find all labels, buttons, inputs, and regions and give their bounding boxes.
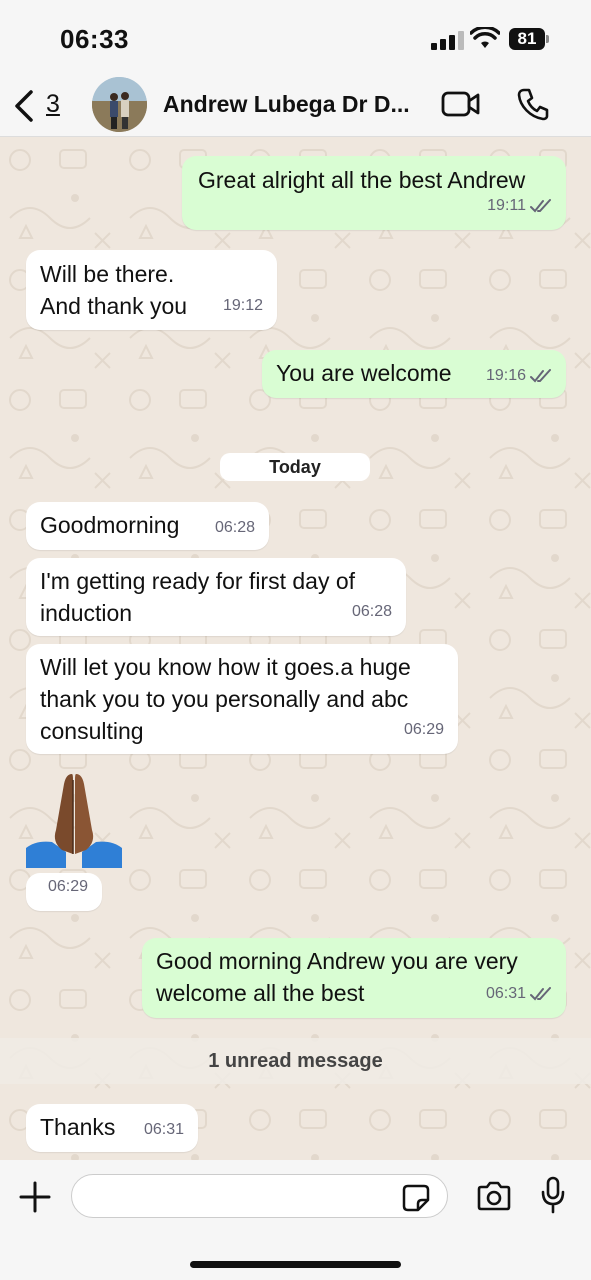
message-meta: 19:11 bbox=[487, 190, 552, 222]
message-text: Goodmorning bbox=[40, 512, 180, 538]
chat-header: 3 Andrew Lubega Dr D... bbox=[0, 75, 591, 137]
message-meta: 19:16 bbox=[486, 360, 552, 392]
read-ticks-icon bbox=[530, 368, 551, 383]
message-bubble-incoming[interactable]: Will be there. And thank you 19:12 bbox=[26, 250, 277, 330]
message-text: Will let you know how it goes.a huge tha… bbox=[40, 654, 411, 744]
message-time: 06:29 bbox=[403, 721, 444, 738]
video-call-icon[interactable] bbox=[441, 90, 481, 118]
back-chevron-icon[interactable] bbox=[12, 89, 36, 123]
chat-messages[interactable]: Great alright all the best Andrew 19:11 … bbox=[0, 138, 591, 1160]
wifi-icon bbox=[470, 27, 500, 48]
message-text: I'm getting ready for first day of induc… bbox=[40, 568, 356, 626]
message-time: 06:28 bbox=[214, 519, 255, 536]
message-time: 19:16 bbox=[485, 367, 526, 384]
message-bubble-outgoing[interactable]: Great alright all the best Andrew 19:11 bbox=[182, 156, 566, 230]
message-bubble-incoming[interactable]: Thanks 06:31 bbox=[26, 1104, 198, 1152]
message-composer bbox=[0, 1160, 591, 1280]
message-time: 06:31 bbox=[485, 985, 526, 1002]
message-time: 06:28 bbox=[351, 603, 392, 620]
home-indicator bbox=[190, 1261, 401, 1268]
message-text: Thanks bbox=[40, 1114, 116, 1140]
plus-attach-icon[interactable] bbox=[18, 1180, 52, 1214]
message-text: Great alright all the best Andrew bbox=[198, 167, 526, 193]
message-time: 06:29 bbox=[47, 878, 88, 895]
camera-icon[interactable] bbox=[476, 1181, 512, 1211]
folded-hands-emoji-icon bbox=[26, 774, 122, 868]
message-bubble-incoming[interactable]: 06:29 bbox=[26, 873, 102, 911]
message-bubble-incoming[interactable]: Will let you know how it goes.a huge tha… bbox=[26, 644, 458, 754]
read-ticks-icon bbox=[530, 198, 551, 213]
message-bubble-outgoing[interactable]: Good morning Andrew you are very welcome… bbox=[142, 938, 566, 1018]
message-text: Will be there. And thank you bbox=[40, 261, 188, 319]
message-bubble-outgoing[interactable]: You are welcome 19:16 bbox=[262, 350, 566, 398]
unread-chats-count[interactable]: 3 bbox=[46, 90, 60, 119]
message-time: 19:11 bbox=[487, 197, 526, 214]
unread-messages-banner: 1 unread message bbox=[0, 1038, 591, 1084]
emoji-message[interactable] bbox=[26, 770, 122, 870]
date-divider: Today bbox=[220, 453, 370, 481]
message-bubble-incoming[interactable]: Goodmorning 06:28 bbox=[26, 502, 269, 550]
message-time: 06:31 bbox=[143, 1121, 184, 1138]
cellular-signal-icon bbox=[431, 30, 465, 50]
status-bar: 06:33 81 bbox=[0, 0, 591, 75]
battery-tip bbox=[546, 35, 549, 43]
contact-avatar[interactable] bbox=[92, 77, 147, 132]
message-meta: 06:31 bbox=[486, 978, 552, 1010]
message-text: You are welcome bbox=[276, 360, 452, 386]
battery-icon: 81 bbox=[509, 28, 545, 50]
message-time: 19:12 bbox=[222, 297, 263, 314]
voice-call-icon[interactable] bbox=[517, 87, 549, 121]
read-ticks-icon bbox=[530, 986, 551, 1001]
message-bubble-incoming[interactable]: I'm getting ready for first day of induc… bbox=[26, 558, 406, 636]
message-input[interactable] bbox=[71, 1174, 448, 1218]
status-time: 06:33 bbox=[60, 24, 129, 54]
microphone-icon[interactable] bbox=[540, 1176, 566, 1214]
contact-name[interactable]: Andrew Lubega Dr D... bbox=[163, 91, 410, 118]
sticker-icon[interactable] bbox=[402, 1184, 430, 1212]
